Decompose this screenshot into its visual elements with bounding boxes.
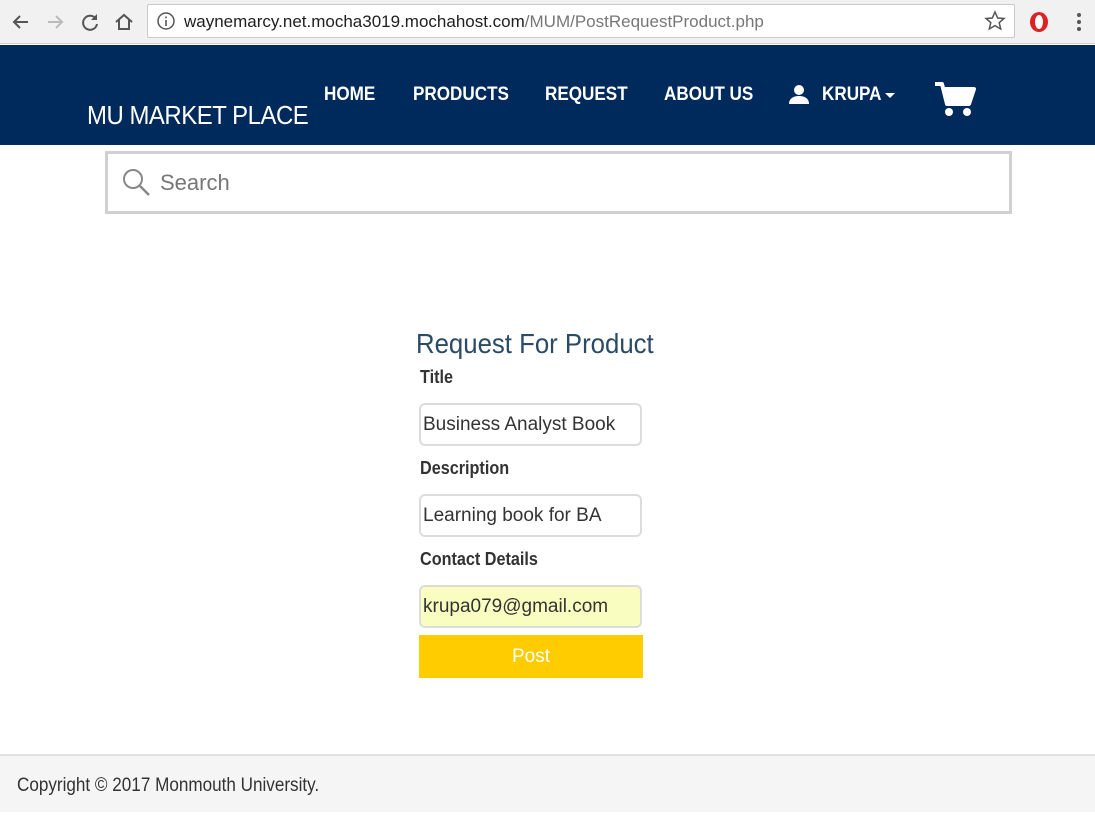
more-menu-icon[interactable] — [1069, 10, 1089, 34]
info-icon[interactable] — [156, 11, 176, 31]
reload-icon[interactable] — [77, 9, 103, 35]
url-host: waynemarcy.net.mocha3019.mochahost.com — [184, 12, 525, 31]
form-title: Request For Product — [416, 328, 654, 359]
nav-request[interactable]: REQUEST — [545, 84, 628, 106]
opera-extension-icon[interactable] — [1027, 10, 1051, 34]
nav-products[interactable]: PRODUCTS — [413, 84, 509, 106]
copyright-text: Copyright © 2017 Monmouth University. — [17, 775, 320, 796]
description-label: Description — [420, 458, 510, 478]
title-input[interactable] — [419, 403, 642, 446]
browser-toolbar: waynemarcy.net.mocha3019.mochahost.com/M… — [0, 0, 1095, 44]
user-name: KRUPA — [822, 84, 882, 105]
post-button[interactable]: Post — [419, 635, 643, 678]
back-arrow-icon[interactable] — [8, 9, 34, 35]
nav-home[interactable]: HOME — [324, 84, 375, 106]
address-bar[interactable]: waynemarcy.net.mocha3019.mochahost.com/M… — [147, 4, 1015, 38]
nav-about-us[interactable]: ABOUT US — [664, 84, 753, 106]
shopping-cart-icon[interactable] — [933, 80, 977, 118]
contact-label: Contact Details — [420, 549, 538, 569]
url-text: waynemarcy.net.mocha3019.mochahost.com/M… — [184, 12, 764, 32]
contact-input[interactable] — [419, 585, 642, 628]
home-icon[interactable] — [111, 9, 137, 35]
search-input[interactable] — [158, 164, 992, 202]
brand-logo[interactable]: MU MARKET PLACE — [87, 100, 309, 131]
description-input[interactable] — [419, 494, 642, 537]
title-label: Title — [420, 367, 454, 387]
forward-arrow-icon[interactable] — [42, 9, 68, 35]
search-icon — [121, 167, 151, 197]
search-bar — [105, 151, 1012, 214]
footer: Copyright © 2017 Monmouth University. — [0, 754, 1095, 812]
url-path: /MUM/PostRequestProduct.php — [524, 12, 764, 31]
caret-down-icon — [885, 93, 895, 98]
bookmark-star-icon[interactable] — [984, 10, 1006, 32]
site-header: MU MARKET PLACE HOME PRODUCTS REQUEST AB… — [0, 45, 1095, 145]
user-icon — [788, 83, 810, 105]
